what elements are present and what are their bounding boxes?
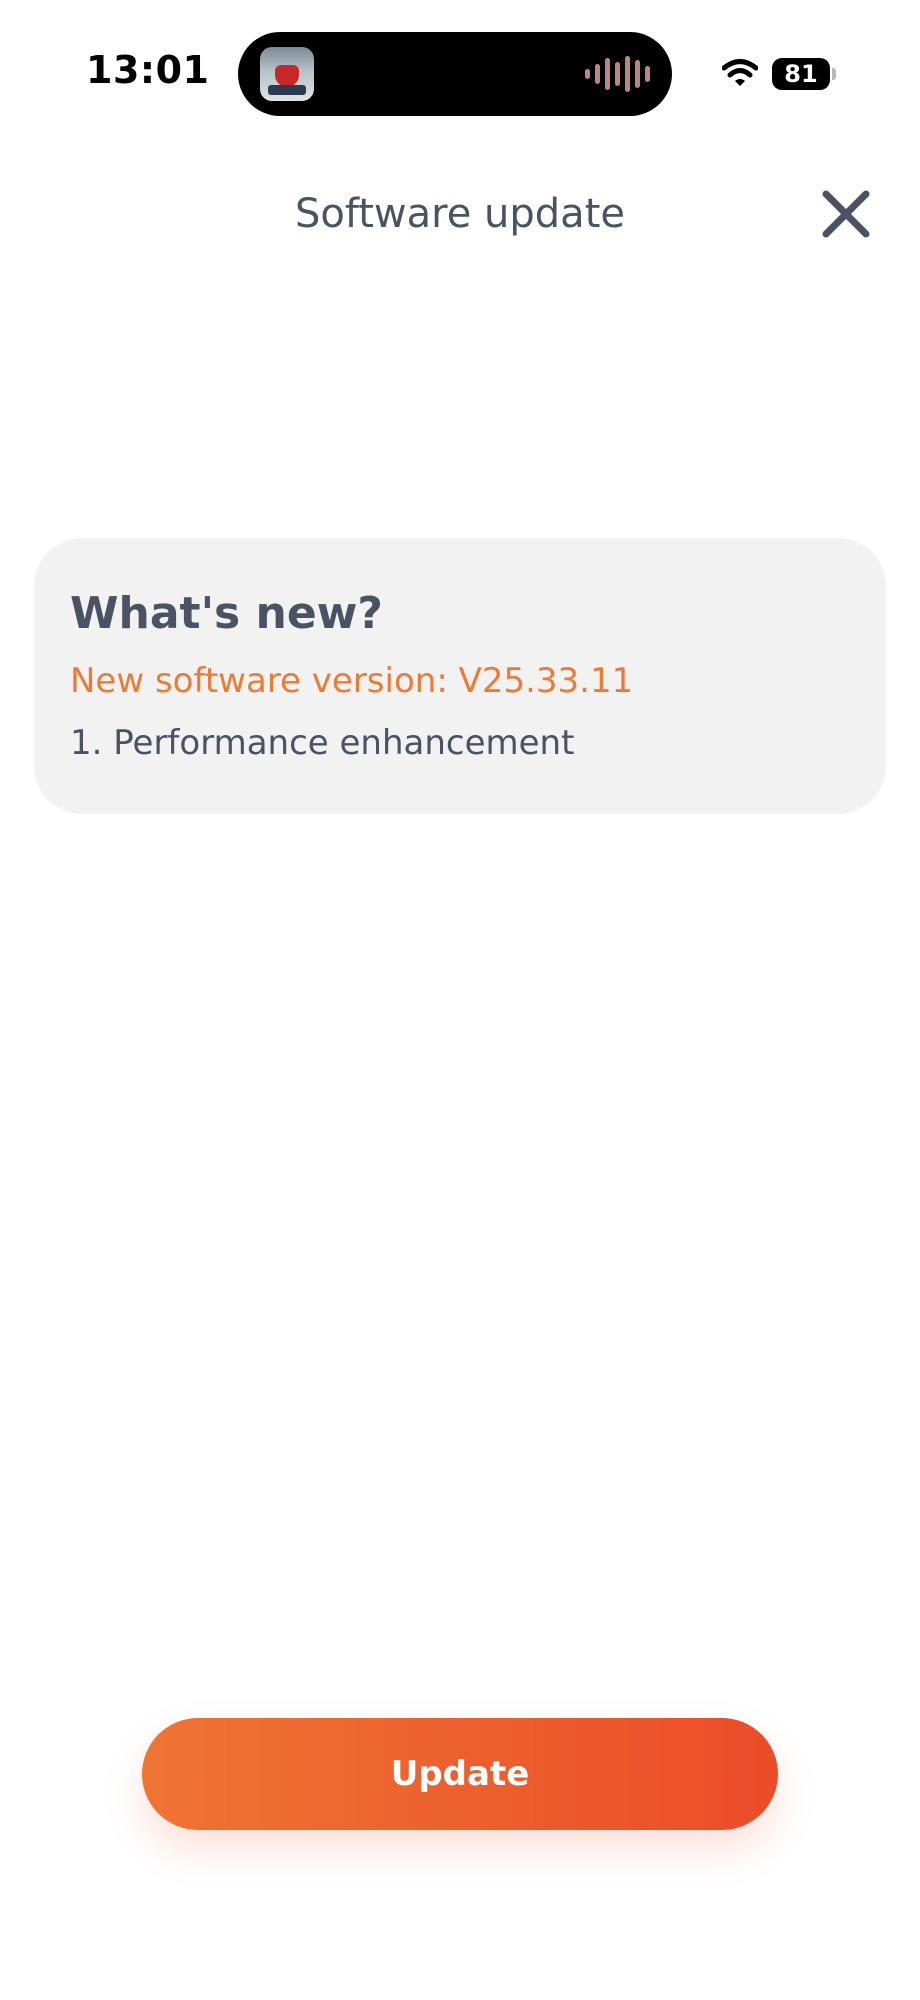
whats-new-heading: What's new? — [70, 588, 383, 639]
battery-icon: 81 — [772, 58, 830, 90]
software-update-screen: 13:01 81 Software update What's new? New… — [0, 0, 920, 2000]
page-title: Software update — [295, 191, 625, 237]
battery-level: 81 — [784, 60, 818, 88]
dynamic-island[interactable] — [238, 32, 672, 116]
now-playing-artwork — [260, 47, 314, 101]
wifi-icon — [722, 59, 758, 86]
battery-nub — [832, 68, 836, 80]
changelog-item: 1. Performance enhancement — [70, 723, 575, 763]
audio-waveform-icon — [585, 56, 650, 92]
close-icon — [822, 190, 870, 238]
whats-new-card: What's new? New software version: V25.33… — [34, 538, 886, 814]
close-button[interactable] — [818, 186, 874, 242]
status-time: 13:01 — [86, 48, 210, 92]
version-label: New software version: V25.33.11 — [70, 661, 634, 701]
update-button[interactable]: Update — [142, 1718, 778, 1830]
